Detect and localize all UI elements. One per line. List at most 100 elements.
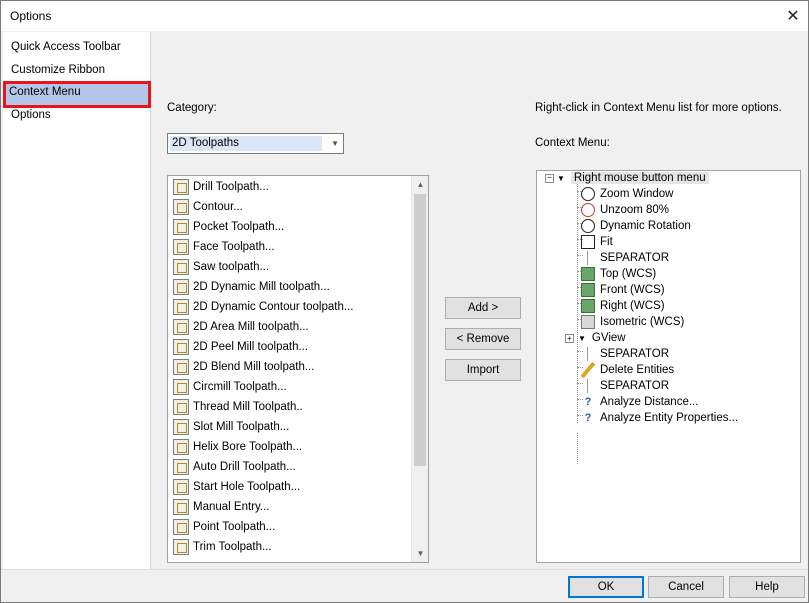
context-menu-label: Context Menu: [535,137,610,149]
category-label: Category: [167,102,217,114]
tree-item[interactable]: Right (WCS) [581,298,665,314]
category-dropdown[interactable]: 2D Toolpaths ▼ [167,133,344,154]
list-item[interactable]: Point Toolpath... [173,517,409,537]
nav-item-quick-access-toolbar[interactable]: Quick Access Toolbar [5,36,149,58]
tree-item[interactable]: SEPARATOR [581,250,669,266]
tree-item[interactable]: Front (WCS) [581,282,665,298]
list-item[interactable]: Circmill Toolpath... [173,377,409,397]
tree-item[interactable]: Fit [581,234,613,250]
list-item[interactable]: Auto Drill Toolpath... [173,457,409,477]
context-menu-hint: Right-click in Context Menu list for mor… [535,102,782,114]
nav-item-customize-ribbon[interactable]: Customize Ribbon [5,59,149,81]
import-button[interactable]: Import [445,359,521,381]
tree-item[interactable]: Isometric (WCS) [581,314,684,330]
list-item-label: 2D Blend Mill toolpath... [193,361,315,373]
expand-arrow-icon: ▼ [557,173,565,183]
list-item-label: Auto Drill Toolpath... [193,461,296,473]
tree-item[interactable]: Unzoom 80% [581,202,669,218]
tree-item-label: GView [591,332,626,344]
list-item-label: Manual Entry... [193,501,270,513]
list-item[interactable]: Trim Toolpath... [173,537,409,557]
list-item[interactable]: Slot Mill Toolpath... [173,417,409,437]
title-bar: Options ✕ [1,1,808,31]
separator-icon [587,347,588,361]
list-item-label: 2D Dynamic Contour toolpath... [193,301,354,313]
list-item-label: 2D Area Mill toolpath... [193,321,309,333]
tree-root-item[interactable]: − ▼ Right mouse button menu [545,171,709,186]
tree-item[interactable]: Zoom Window [581,186,674,202]
separator-icon [587,251,588,265]
nav-item-options[interactable]: Options [5,104,149,126]
dynamic-contour-icon [173,299,189,315]
left-navigation: Quick Access Toolbar Customize Ribbon Co… [3,32,151,569]
list-item-label: 2D Dynamic Mill toolpath... [193,281,330,293]
list-item-label: Start Hole Toolpath... [193,481,301,493]
list-item[interactable]: Drill Toolpath... [173,177,409,197]
list-item[interactable]: Thread Mill Toolpath.. [173,397,409,417]
tree-item-label: Unzoom 80% [600,204,670,216]
list-item[interactable]: 2D Area Mill toolpath... [173,317,409,337]
scroll-up-icon[interactable]: ▲ [412,176,428,193]
list-item[interactable]: 2D Dynamic Mill toolpath... [173,277,409,297]
list-item-label: Trim Toolpath... [193,541,272,553]
tree-item-gview[interactable]: + ▼ GView [565,330,626,346]
context-menu-tree[interactable]: − ▼ Right mouse button menu Zoom Window … [536,170,801,563]
list-item-label: 2D Peel Mill toolpath... [193,341,309,353]
expand-icon[interactable]: + [565,333,574,343]
dialog-footer: OK Cancel Help [1,569,808,602]
view-cube-icon [581,267,595,281]
analyze-distance-icon: ? [584,396,592,408]
drill-toolpath-icon [173,179,189,195]
nav-item-label: Context Menu [9,86,81,98]
tree-item-label: Analyze Entity Properties... [600,412,739,424]
zoom-window-icon [581,187,595,201]
commands-list[interactable]: Drill Toolpath... Contour... Pocket Tool… [167,175,429,563]
auto-drill-icon [173,459,189,475]
list-item[interactable]: Contour... [173,197,409,217]
list-item[interactable]: 2D Blend Mill toolpath... [173,357,409,377]
list-item[interactable]: Saw toolpath... [173,257,409,277]
separator-icon [587,379,588,393]
tree-item-label: SEPARATOR [600,252,670,264]
list-item[interactable]: Manual Entry... [173,497,409,517]
list-item-label: Contour... [193,201,243,213]
list-item[interactable]: Face Toolpath... [173,237,409,257]
tree-item[interactable]: ? Analyze Distance... [581,394,699,410]
help-button[interactable]: Help [729,576,805,598]
tree-item[interactable]: Delete Entities [580,361,674,379]
add-button[interactable]: Add > [445,297,521,319]
list-item[interactable]: Pocket Toolpath... [173,217,409,237]
list-item[interactable]: 2D Peel Mill toolpath... [173,337,409,357]
area-mill-icon [173,319,189,335]
commands-scrollbar[interactable]: ▲ ▼ [411,176,428,562]
chevron-down-icon: ▼ [331,139,339,148]
list-item[interactable]: 2D Dynamic Contour toolpath... [173,297,409,317]
collapse-icon[interactable]: − [545,173,554,183]
cancel-button[interactable]: Cancel [648,576,724,598]
tree-item[interactable]: Dynamic Rotation [581,218,691,234]
close-button[interactable]: ✕ [778,1,808,31]
dynamic-mill-icon [173,279,189,295]
fit-icon [581,235,595,249]
view-cube-icon [581,315,595,329]
tree-item-label: SEPARATOR [600,380,670,392]
list-item-label: Helix Bore Toolpath... [193,441,303,453]
tree-item[interactable]: SEPARATOR [581,346,669,362]
tree-item[interactable]: Top (WCS) [581,266,656,282]
face-toolpath-icon [173,239,189,255]
list-item-label: Slot Mill Toolpath... [193,421,290,433]
scroll-down-icon[interactable]: ▼ [412,545,428,562]
remove-button[interactable]: < Remove [445,328,521,350]
ok-button[interactable]: OK [568,576,644,598]
options-dialog: Options ✕ Quick Access Toolbar Customize… [0,0,809,603]
slot-mill-icon [173,419,189,435]
view-cube-icon [581,283,595,297]
helix-bore-icon [173,439,189,455]
list-item[interactable]: Start Hole Toolpath... [173,477,409,497]
list-item-label: Thread Mill Toolpath.. [193,401,303,413]
scrollbar-thumb[interactable] [414,194,426,466]
tree-item[interactable]: SEPARATOR [581,378,669,394]
tree-item[interactable]: ? Analyze Entity Properties... [581,410,738,426]
point-toolpath-icon [173,519,189,535]
list-item[interactable]: Helix Bore Toolpath... [173,437,409,457]
